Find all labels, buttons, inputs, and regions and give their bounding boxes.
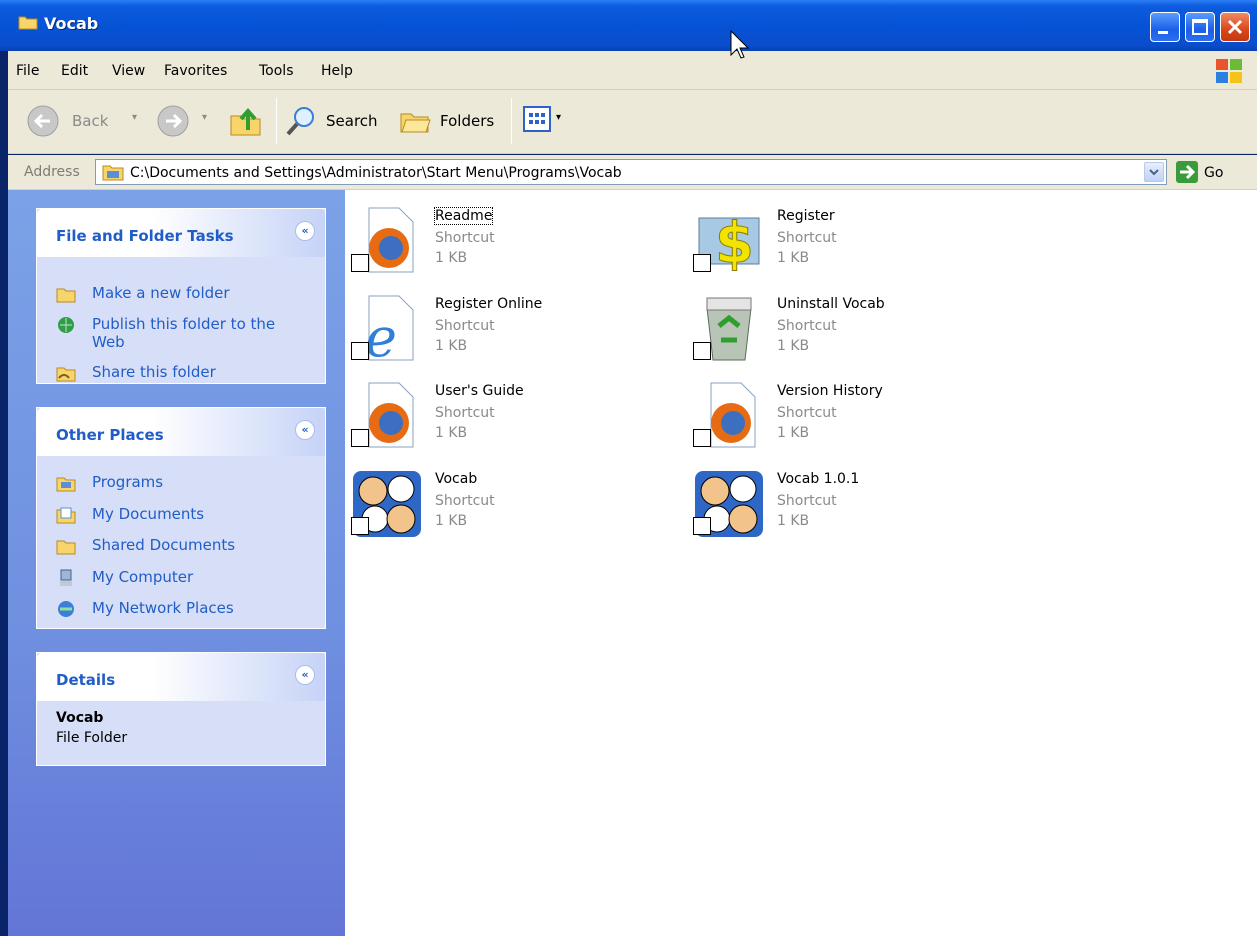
menu-edit[interactable]: Edit — [61, 63, 88, 79]
search-label: Search — [326, 112, 378, 130]
shortcut-arrow-icon — [351, 429, 369, 447]
maximize-icon — [1192, 19, 1208, 35]
forward-button[interactable]: ▾ — [156, 104, 216, 138]
folders-label: Folders — [440, 112, 495, 130]
search-icon — [286, 107, 314, 136]
address-label: Address — [24, 164, 80, 180]
explorer-window: Vocab File Edit View Favorites Tools Hel… — [0, 0, 1257, 936]
address-dropdown-button[interactable] — [1144, 162, 1164, 182]
shortcut-arrow-icon — [351, 517, 369, 535]
panel-header[interactable]: Other Places « — [37, 408, 325, 456]
panel-header[interactable]: Details « — [37, 653, 325, 701]
file-item-users-guide[interactable]: User's Guide Shortcut 1 KB — [345, 371, 675, 453]
menu-view[interactable]: View — [112, 63, 145, 79]
toolbar: Back ▾ ▾ Search Folders ▾ — [8, 90, 1257, 154]
shortcut-arrow-icon — [693, 429, 711, 447]
back-button[interactable]: Back ▾ — [26, 104, 146, 138]
file-folder-tasks-panel: File and Folder Tasks « Make a new folde… — [36, 208, 326, 384]
file-item-register[interactable]: $ Register Shortcut 1 KB — [687, 196, 1017, 278]
collapse-chevron-icon[interactable]: « — [295, 420, 315, 440]
other-places-panel: Other Places « Programs My Documents Sha… — [36, 407, 326, 629]
menu-file[interactable]: File — [16, 63, 39, 79]
forward-dropdown-icon[interactable]: ▾ — [202, 112, 207, 123]
shortcut-arrow-icon — [693, 517, 711, 535]
views-button[interactable]: ▾ — [522, 104, 570, 138]
search-button[interactable]: Search — [284, 104, 384, 138]
chevron-down-icon — [1149, 169, 1159, 176]
back-label: Back — [72, 112, 109, 130]
shortcut-arrow-icon — [693, 342, 711, 360]
share-folder-icon — [56, 367, 76, 382]
panel-title: Details — [56, 671, 116, 689]
shared-folder-icon — [56, 540, 76, 555]
mouse-cursor-icon — [730, 30, 750, 59]
views-dropdown-icon: ▾ — [556, 112, 562, 123]
publish-web-icon — [58, 317, 74, 333]
menu-help[interactable]: Help — [321, 63, 353, 79]
shortcut-arrow-icon — [693, 254, 711, 272]
folders-button[interactable]: Folders — [398, 104, 498, 138]
collapse-chevron-icon[interactable]: « — [295, 221, 315, 241]
shortcut-arrow-icon — [351, 342, 369, 360]
minimize-icon — [1158, 31, 1168, 34]
svg-text:$: $ — [715, 211, 754, 276]
new-folder-icon — [56, 288, 76, 303]
svg-text:e: e — [365, 306, 397, 364]
panel-title: File and Folder Tasks — [56, 227, 234, 245]
my-computer-icon — [60, 569, 72, 586]
file-list: Readme Shortcut 1 KB $ Register Shortcut… — [345, 190, 1257, 936]
shortcut-arrow-icon — [351, 254, 369, 272]
programs-folder-icon — [102, 165, 124, 181]
go-button[interactable]: Go — [1204, 165, 1223, 181]
panel-header[interactable]: File and Folder Tasks « — [37, 209, 325, 257]
details-panel: Details « Vocab File Folder — [36, 652, 326, 766]
menu-tools[interactable]: Tools — [259, 63, 294, 79]
details-kind: File Folder — [56, 730, 128, 746]
title-bar[interactable]: Vocab — [0, 0, 1257, 51]
minimize-button[interactable] — [1150, 12, 1180, 42]
forward-arrow-icon — [157, 105, 189, 137]
menu-bar: File Edit View Favorites Tools Help — [8, 51, 1257, 90]
file-item-vocab[interactable]: Vocab Shortcut 1 KB — [345, 459, 675, 541]
task-pane: File and Folder Tasks « Make a new folde… — [8, 190, 345, 936]
folders-icon — [400, 113, 431, 133]
my-documents-icon — [56, 507, 76, 524]
file-item-readme[interactable]: Readme Shortcut 1 KB — [345, 196, 675, 278]
details-name: Vocab — [56, 710, 104, 726]
address-bar: Address C:\Documents and Settings\Admini… — [8, 155, 1257, 190]
menu-favorites[interactable]: Favorites — [164, 63, 227, 79]
network-places-icon — [58, 601, 74, 617]
back-dropdown-icon[interactable]: ▾ — [132, 112, 137, 123]
file-item-uninstall-vocab[interactable]: Uninstall Vocab Shortcut 1 KB — [687, 284, 1017, 366]
address-path: C:\Documents and Settings\Administrator\… — [130, 165, 622, 181]
close-icon — [1227, 19, 1243, 35]
views-icon — [523, 106, 551, 132]
close-button[interactable] — [1220, 12, 1250, 42]
file-item-vocab-1-0-1[interactable]: Vocab 1.0.1 Shortcut 1 KB — [687, 459, 1017, 541]
folder-icon — [18, 16, 38, 30]
windows-logo-icon — [1216, 59, 1242, 83]
go-arrow-icon[interactable] — [1176, 161, 1198, 183]
panel-title: Other Places — [56, 426, 164, 444]
address-input[interactable]: C:\Documents and Settings\Administrator\… — [95, 159, 1167, 185]
file-item-version-history[interactable]: Version History Shortcut 1 KB — [687, 371, 1017, 453]
window-title: Vocab — [44, 14, 99, 33]
maximize-button[interactable] — [1185, 12, 1215, 42]
back-arrow-icon — [27, 105, 59, 137]
collapse-chevron-icon[interactable]: « — [295, 665, 315, 685]
file-item-register-online[interactable]: e Register Online Shortcut 1 KB — [345, 284, 675, 366]
up-folder-icon[interactable] — [228, 104, 264, 138]
programs-folder-icon — [56, 477, 76, 492]
